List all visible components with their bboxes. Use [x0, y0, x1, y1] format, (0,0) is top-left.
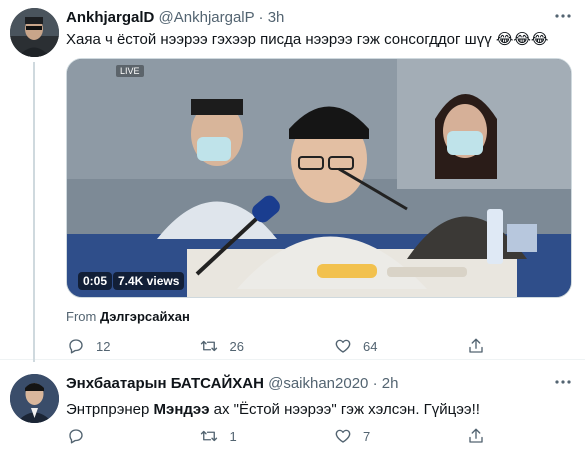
from-source-link[interactable]: Дэлгэрсайхан [100, 309, 190, 324]
tweet-1[interactable]: AnkhjargalD @AnkhjargalP · 3h Хаяа ч ёст… [0, 0, 585, 362]
video-attribution: From Дэлгэрсайхан [66, 309, 190, 324]
reply-button[interactable] [66, 426, 199, 446]
avatar[interactable] [10, 8, 59, 57]
more-icon [554, 7, 572, 30]
like-count: 64 [362, 338, 378, 354]
retweet-count: 26 [229, 338, 244, 354]
timestamp[interactable]: 2h [382, 375, 399, 392]
like-button[interactable]: 7 [333, 426, 466, 446]
video-frame [67, 59, 571, 297]
share-icon [466, 336, 486, 356]
retweet-icon [199, 426, 219, 446]
reply-button[interactable]: 12 [66, 336, 199, 356]
display-name[interactable]: Энхбаатарын БАТСАЙХАН [66, 375, 264, 392]
reply-icon [66, 336, 86, 356]
retweet-icon [199, 336, 219, 356]
tweet-text-part: Энтрпрэнер [66, 401, 154, 418]
tweet-text-part: ах "Ёстой нээрээ" гэж хэлсэн. Гүйцээ!! [209, 401, 480, 418]
share-icon [466, 426, 486, 446]
from-label: From [66, 309, 97, 324]
share-button[interactable] [466, 426, 506, 446]
separator-dot: · [372, 375, 378, 392]
timestamp[interactable]: 3h [268, 9, 285, 26]
display-name[interactable]: AnkhjargalD [66, 9, 154, 26]
like-count: 7 [362, 428, 371, 444]
like-button[interactable]: 64 [333, 336, 466, 356]
tweet-text: Хаяа ч ёстой нээрээ гэхээр писда нээрээ … [66, 31, 549, 48]
video-duration: 0:05 [78, 272, 113, 290]
video-views: 7.4K views [113, 272, 185, 290]
user-handle[interactable]: @AnkhjargalP [159, 9, 255, 26]
retweet-count: 1 [229, 428, 237, 444]
retweet-button[interactable]: 1 [199, 426, 332, 446]
thread-line [33, 62, 35, 362]
tweet-text: Энтрпрэнер Мэндээ ах "Ёстой нээрээ" гэж … [66, 400, 480, 420]
more-button[interactable] [553, 374, 573, 394]
live-badge: LIVE [116, 65, 144, 77]
share-button[interactable] [466, 336, 506, 356]
more-icon [554, 373, 572, 396]
heart-icon [333, 426, 353, 446]
reply-icon [66, 426, 86, 446]
separator-dot: · [258, 9, 264, 26]
tweet-actions: 12 26 64 [66, 336, 506, 356]
reply-count: 12 [96, 338, 111, 354]
video-player[interactable]: LIVE 0:05 7.4K views [66, 58, 572, 298]
retweet-button[interactable]: 26 [199, 336, 332, 356]
avatar[interactable] [10, 374, 59, 423]
user-handle[interactable]: @saikhan2020 [268, 375, 368, 392]
more-button[interactable] [553, 8, 573, 28]
tweet-header: AnkhjargalD @AnkhjargalP · 3h [66, 8, 284, 28]
tweet-actions: 1 7 [66, 426, 506, 446]
heart-icon [333, 336, 353, 356]
mentioned-name: Мэндээ [153, 401, 210, 418]
tweet-header: Энхбаатарын БАТСАЙХАН @saikhan2020 · 2h [66, 374, 398, 394]
